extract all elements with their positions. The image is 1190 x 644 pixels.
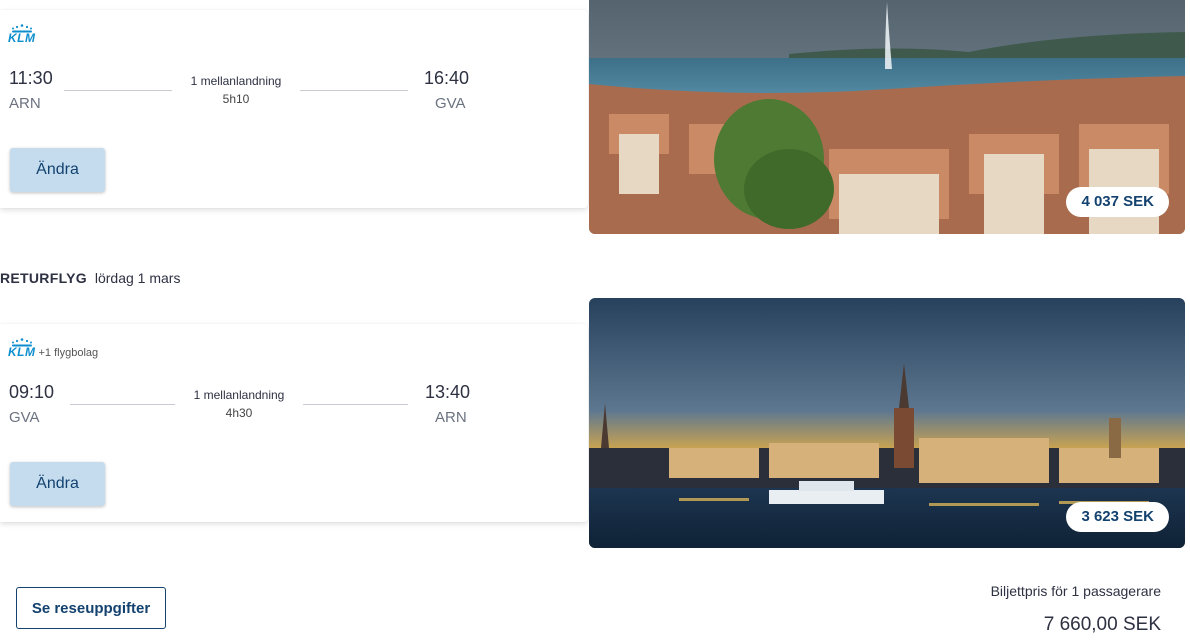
route-line-right bbox=[300, 90, 408, 91]
stockholm-destination-image: 3 623 SEK bbox=[589, 298, 1185, 548]
departure-airport: ARN bbox=[9, 95, 41, 112]
outbound-airline: KLM bbox=[8, 24, 36, 44]
change-outbound-button[interactable]: Ändra bbox=[10, 148, 105, 192]
arrival-airport: ARN bbox=[435, 409, 467, 426]
route-line-left bbox=[70, 404, 175, 405]
outbound-price-badge: 4 037 SEK bbox=[1066, 187, 1169, 217]
geneva-destination-image: 4 037 SEK bbox=[589, 0, 1185, 234]
stops-label: 1 mellanlandning bbox=[190, 74, 282, 88]
arrival-airport: GVA bbox=[435, 95, 466, 112]
return-flight-title: RETURFLYG bbox=[0, 270, 87, 286]
outbound-flight-card: KLM 11:30 ARN 1 mellanlandning 5h10 16:4… bbox=[0, 10, 588, 208]
klm-logo-icon: KLM bbox=[8, 338, 36, 358]
route-line-left bbox=[64, 90, 172, 91]
change-return-button[interactable]: Ändra bbox=[10, 462, 105, 506]
departure-time: 11:30 bbox=[9, 68, 53, 88]
klm-logo-icon: KLM bbox=[8, 24, 36, 44]
ticket-price-label: Biljettpris för 1 passagerare bbox=[990, 583, 1161, 599]
departure-time: 09:10 bbox=[9, 382, 55, 402]
return-price-badge: 3 623 SEK bbox=[1066, 502, 1169, 532]
trip-details-button[interactable]: Se reseuppgifter bbox=[16, 587, 166, 629]
arrival-time: 16:40 bbox=[424, 68, 470, 88]
return-flight-header: RETURFLYG lördag 1 mars bbox=[0, 270, 180, 286]
ticket-price-total: 7 660,00 SEK bbox=[1043, 614, 1161, 635]
arrival-time: 13:40 bbox=[425, 382, 471, 402]
return-flight-date: lördag 1 mars bbox=[94, 270, 181, 286]
duration-label: 4h30 bbox=[225, 406, 253, 420]
route-line-right bbox=[303, 404, 408, 405]
departure-airport: GVA bbox=[9, 409, 40, 426]
return-flight-card: KLM +1 flygbolag 09:10 GVA 1 mellanlandn… bbox=[0, 324, 588, 522]
duration-label: 5h10 bbox=[222, 92, 250, 106]
stops-label: 1 mellanlandning bbox=[193, 388, 285, 402]
extra-airlines-label: +1 flygbolag bbox=[38, 347, 99, 359]
return-airline: KLM +1 flygbolag bbox=[8, 338, 99, 359]
